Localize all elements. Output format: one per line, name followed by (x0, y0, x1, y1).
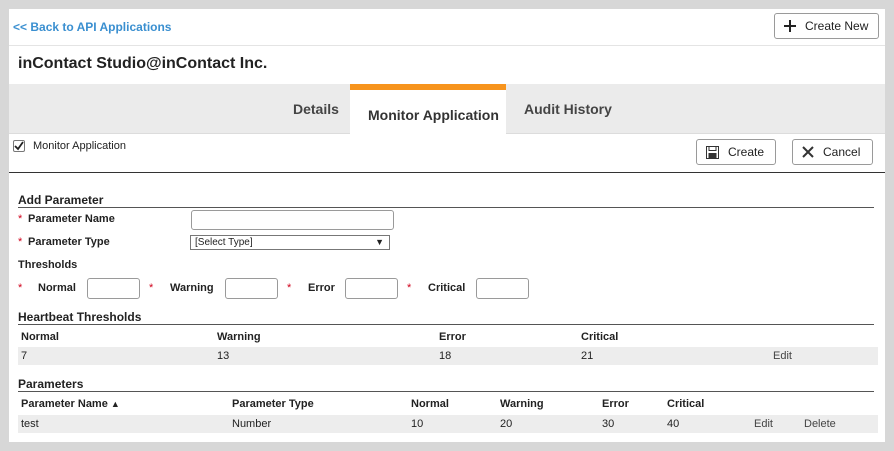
table-cell: 20 (500, 418, 513, 430)
tab-bar: Details Monitor Application Audit Histor… (9, 84, 885, 135)
thresholds-title: Thresholds (18, 259, 78, 271)
column-header: Normal (411, 398, 449, 410)
heartbeat-rule (18, 324, 874, 325)
required-marker: * (407, 282, 412, 294)
main-panel: << Back to API Applications Create New i… (9, 9, 885, 442)
parameter-name-input[interactable] (191, 210, 394, 230)
monitor-application-checkbox[interactable] (13, 140, 25, 152)
tab-monitor-application[interactable]: Monitor Application (350, 84, 506, 135)
close-icon (802, 146, 814, 158)
checkmark-icon (14, 141, 24, 151)
table-cell: Number (232, 418, 272, 430)
tab-details[interactable]: Details (293, 101, 339, 117)
threshold-critical-input[interactable] (476, 278, 529, 299)
add-parameter-rule (18, 207, 874, 208)
column-header: Error (602, 398, 629, 410)
threshold-normal-input[interactable] (87, 278, 140, 299)
save-icon (706, 145, 719, 159)
monitor-application-label: Monitor Application (33, 140, 126, 152)
table-cell: 18 (439, 350, 452, 362)
parameters-rule (18, 391, 874, 392)
column-header-parameter-name[interactable]: Parameter Name ▲ (21, 398, 120, 410)
parameters-title: Parameters (18, 377, 84, 391)
table-cell: 40 (667, 418, 680, 430)
dropdown-arrow-icon: ▼ (375, 237, 384, 247)
threshold-warning-label: Warning (170, 282, 214, 294)
parameter-delete-link[interactable]: Delete (804, 418, 836, 430)
heartbeat-edit-link[interactable]: Edit (773, 350, 792, 362)
required-marker: * (18, 236, 23, 248)
threshold-normal-label: Normal (38, 282, 76, 294)
required-marker: * (149, 282, 154, 294)
required-marker: * (287, 282, 292, 294)
cancel-button[interactable]: Cancel (792, 139, 873, 165)
table-cell: 7 (21, 350, 28, 362)
section-divider (9, 172, 885, 173)
sort-ascending-icon: ▲ (110, 399, 120, 409)
table-cell: 10 (411, 418, 424, 430)
tab-monitor-application-label: Monitor Application (368, 107, 499, 123)
create-new-label: Create New (805, 19, 869, 33)
threshold-error-label: Error (308, 282, 335, 294)
required-marker: * (18, 282, 23, 294)
table-cell: 13 (217, 350, 230, 362)
required-marker: * (18, 213, 23, 225)
create-new-button[interactable]: Create New (774, 13, 879, 39)
create-button-label: Create (728, 145, 765, 159)
threshold-critical-label: Critical (428, 282, 466, 294)
page-title: inContact Studio@inContact Inc. (18, 55, 268, 72)
create-button[interactable]: Create (696, 139, 776, 165)
table-cell: 21 (581, 350, 594, 362)
column-header: Warning (217, 331, 261, 343)
divider (9, 45, 885, 46)
table-cell: 30 (602, 418, 615, 430)
parameter-type-selected: [Select Type] (195, 237, 253, 248)
column-header: Parameter Type (232, 398, 314, 410)
table-row (18, 415, 878, 433)
plus-icon (784, 20, 796, 32)
threshold-warning-input[interactable] (225, 278, 278, 299)
parameter-name-label: Parameter Name (28, 213, 115, 225)
cancel-button-label: Cancel (823, 145, 861, 159)
column-header: Critical (667, 398, 705, 410)
parameter-type-label: Parameter Type (28, 236, 110, 248)
tab-audit-history[interactable]: Audit History (524, 101, 612, 117)
heartbeat-thresholds-title: Heartbeat Thresholds (18, 310, 142, 324)
column-header: Warning (500, 398, 544, 410)
column-header-label: Parameter Name (21, 398, 108, 410)
parameter-edit-link[interactable]: Edit (754, 418, 773, 430)
column-header: Critical (581, 331, 619, 343)
column-header: Error (439, 331, 466, 343)
add-parameter-title: Add Parameter (18, 193, 104, 207)
threshold-error-input[interactable] (345, 278, 398, 299)
column-header: Normal (21, 331, 59, 343)
table-cell: test (21, 418, 39, 430)
back-to-api-applications-link[interactable]: << Back to API Applications (13, 20, 171, 34)
parameter-type-select[interactable]: [Select Type] ▼ (190, 235, 390, 250)
